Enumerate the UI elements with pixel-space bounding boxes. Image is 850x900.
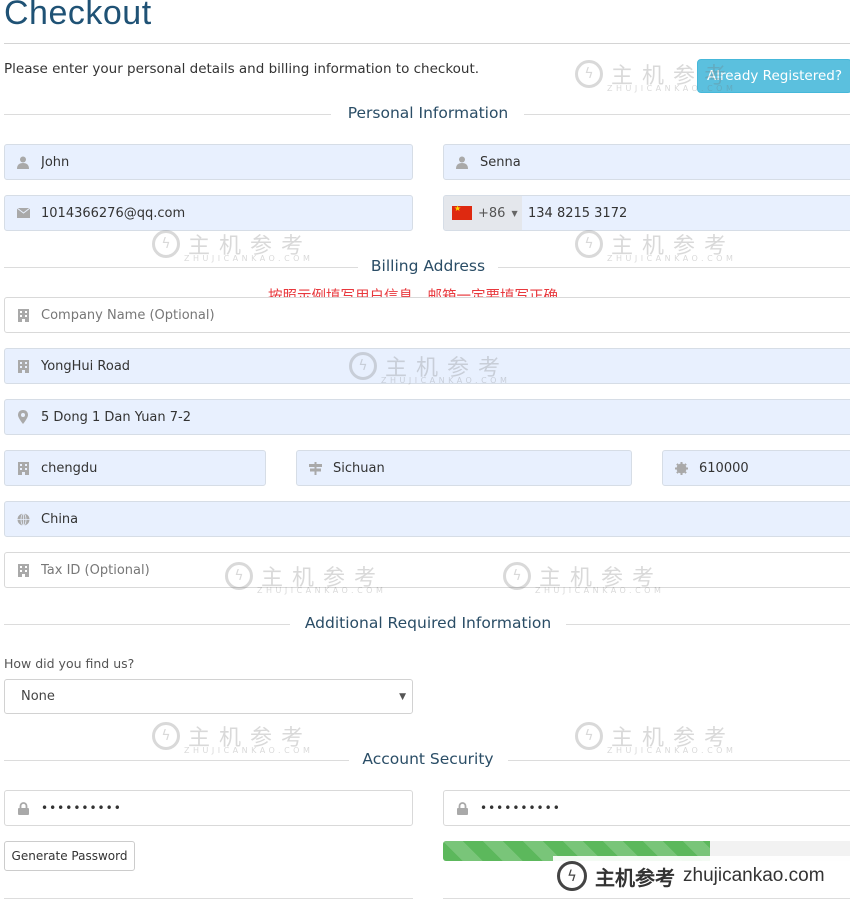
lock-icon: [444, 791, 480, 825]
section-title: Account Security: [362, 750, 494, 768]
confirm-password-field[interactable]: [443, 790, 850, 826]
email-field[interactable]: [4, 195, 413, 231]
state-field[interactable]: [296, 450, 632, 486]
lock-icon: [5, 791, 41, 825]
page-title: Checkout: [4, 0, 152, 32]
caret-down-icon: ▼: [511, 208, 518, 218]
country-field[interactable]: [4, 501, 850, 537]
city-input[interactable]: [41, 452, 265, 484]
user-icon: [5, 145, 41, 179]
watermark: ϟ 主机参考 ZHUJICANKAO.COM: [575, 228, 736, 263]
email-input[interactable]: [41, 197, 412, 229]
section-account-security: Account Security: [0, 750, 850, 770]
watermark-text: 主机参考: [611, 234, 736, 259]
watermark-logo-icon: ϟ: [575, 230, 603, 258]
user-icon: [444, 145, 480, 179]
watermark: ϟ 主机参考 ZHUJICANKAO.COM: [152, 228, 313, 263]
how-did-you-find-us-label: How did you find us?: [4, 656, 135, 671]
selected-option: None: [21, 689, 55, 704]
section-title: Personal Information: [347, 104, 509, 122]
section-title: Billing Address: [370, 257, 486, 275]
certificate-icon: [663, 451, 699, 485]
brand-logo-icon: ϟ: [557, 861, 587, 891]
watermark-text: 主机参考: [188, 234, 313, 259]
building-icon: [5, 298, 41, 332]
address1-input[interactable]: [41, 350, 850, 382]
envelope-icon: [5, 196, 41, 230]
confirm-password-input[interactable]: [480, 792, 850, 824]
address2-input[interactable]: [41, 401, 850, 433]
address1-field[interactable]: [4, 348, 850, 384]
signpost-icon: [297, 451, 333, 485]
map-marker-icon: [5, 400, 41, 434]
password-input[interactable]: [41, 792, 412, 824]
city-field[interactable]: [4, 450, 266, 486]
postcode-field[interactable]: [662, 450, 850, 486]
tax-id-input[interactable]: [41, 554, 850, 586]
brand-watermark: ϟ 主机参考 zhujicankao.com: [553, 856, 850, 896]
title-divider: [4, 43, 850, 44]
section-additional-information: Additional Required Information: [0, 614, 850, 634]
globe-icon: [5, 502, 41, 536]
section-title: Additional Required Information: [304, 614, 552, 632]
brand-en-text: zhujicankao.com: [683, 865, 825, 886]
how-did-you-find-us-select[interactable]: None ▼: [4, 679, 413, 714]
watermark-logo-icon: ϟ: [575, 60, 603, 88]
building-icon: [5, 349, 41, 383]
watermark-text: 主机参考: [188, 726, 313, 751]
building-icon: [5, 451, 41, 485]
caret-down-icon: ▼: [399, 691, 406, 702]
last-name-input[interactable]: [480, 146, 850, 178]
watermark: ϟ 主机参考 ZHUJICANKAO.COM: [152, 720, 313, 755]
tax-id-field[interactable]: [4, 552, 850, 588]
watermark-logo-icon: ϟ: [152, 722, 180, 750]
watermark: ϟ 主机参考 ZHUJICANKAO.COM: [575, 720, 736, 755]
watermark-logo-icon: ϟ: [152, 230, 180, 258]
company-name-input[interactable]: [41, 299, 850, 331]
watermark-text: 主机参考: [611, 726, 736, 751]
first-name-input[interactable]: [41, 146, 412, 178]
intro-text: Please enter your personal details and b…: [4, 61, 480, 77]
brand-cn-text: 主机参考: [595, 865, 675, 890]
watermark-logo-icon: ϟ: [575, 722, 603, 750]
country-code: +86: [478, 205, 506, 221]
divider: [4, 898, 413, 899]
postcode-input[interactable]: [699, 452, 850, 484]
address2-field[interactable]: [4, 399, 850, 435]
first-name-field[interactable]: [4, 144, 413, 180]
last-name-field[interactable]: [443, 144, 850, 180]
generate-password-button[interactable]: Generate Password: [4, 841, 135, 871]
divider: [443, 898, 850, 899]
company-name-field[interactable]: [4, 297, 850, 333]
already-registered-button[interactable]: Already Registered?: [697, 59, 850, 93]
phone-field[interactable]: +86 ▼: [443, 195, 850, 231]
state-input[interactable]: [333, 452, 631, 484]
password-field[interactable]: [4, 790, 413, 826]
country-code-dropdown[interactable]: +86 ▼: [444, 196, 522, 230]
country-input[interactable]: [41, 503, 850, 535]
building-icon: [5, 553, 41, 587]
section-personal-information: Personal Information: [0, 104, 850, 124]
phone-input[interactable]: [522, 197, 850, 229]
section-billing-address: Billing Address: [0, 257, 850, 277]
china-flag-icon: [452, 204, 472, 220]
